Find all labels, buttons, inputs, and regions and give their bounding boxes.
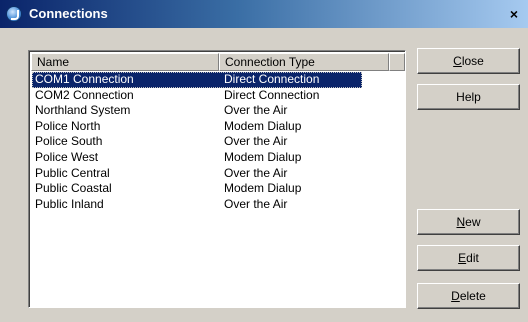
connection-type: Over the Air <box>224 165 288 180</box>
column-header-blank[interactable] <box>389 53 405 71</box>
column-header-connection-type[interactable]: Connection Type <box>219 53 389 71</box>
list-item[interactable]: COM2 Connection Direct Connection <box>31 88 405 104</box>
connection-type: Over the Air <box>224 103 288 118</box>
delete-button-mnemonic: D <box>451 289 460 303</box>
list-item[interactable]: Public Inland Over the Air <box>31 197 405 213</box>
list-item[interactable]: Public Coastal Modem Dialup <box>31 181 405 197</box>
help-button-label: Help <box>456 90 481 104</box>
connection-type: Modem Dialup <box>224 181 302 196</box>
connection-type: Modem Dialup <box>224 149 302 164</box>
new-button-mnemonic: N <box>456 215 466 229</box>
connection-type: Over the Air <box>224 196 288 211</box>
app-icon <box>6 6 22 22</box>
close-button[interactable]: Close <box>417 48 520 74</box>
connections-list[interactable]: Name Connection Type COM1 Connection Dir… <box>28 50 406 308</box>
connection-type: Direct Connection <box>224 72 320 86</box>
connection-name: Public Inland <box>35 196 104 211</box>
list-rows: COM1 Connection Direct Connection COM2 C… <box>31 72 405 212</box>
delete-button-label: elete <box>459 289 486 303</box>
delete-button[interactable]: Delete <box>417 283 520 309</box>
connection-name: Police North <box>35 118 101 133</box>
title-bar[interactable]: Connections × <box>0 0 528 28</box>
window-close-button[interactable]: × <box>504 5 524 23</box>
edit-button-mnemonic: E <box>458 251 467 265</box>
list-item[interactable]: Northland System Over the Air <box>31 103 405 119</box>
connection-name: COM1 Connection <box>35 72 134 86</box>
connection-name: Public Coastal <box>35 181 112 196</box>
close-button-label: lose <box>461 54 484 68</box>
connection-name: Northland System <box>35 103 131 118</box>
connection-type: Over the Air <box>224 134 288 149</box>
list-item[interactable]: Police North Modem Dialup <box>31 119 405 135</box>
list-header: Name Connection Type <box>31 53 405 71</box>
list-item[interactable]: COM1 Connection Direct Connection <box>31 72 405 88</box>
help-button[interactable]: Help <box>417 84 520 110</box>
column-header-name[interactable]: Name <box>31 53 219 71</box>
list-item[interactable]: Police South Over the Air <box>31 134 405 150</box>
edit-button-label: dit <box>466 251 479 265</box>
list-item[interactable]: Public Central Over the Air <box>31 166 405 182</box>
connection-name: COM2 Connection <box>35 87 134 102</box>
new-button[interactable]: New <box>417 209 520 235</box>
connection-type: Direct Connection <box>224 87 320 102</box>
edit-button[interactable]: Edit <box>417 245 520 271</box>
new-button-label: ew <box>465 215 481 229</box>
connection-name: Police West <box>35 149 99 164</box>
connection-type: Modem Dialup <box>224 118 302 133</box>
window-title: Connections <box>29 6 108 21</box>
list-item[interactable]: Police West Modem Dialup <box>31 150 405 166</box>
connection-name: Public Central <box>35 165 110 180</box>
close-button-mnemonic: C <box>453 54 462 68</box>
connection-name: Police South <box>35 134 103 149</box>
